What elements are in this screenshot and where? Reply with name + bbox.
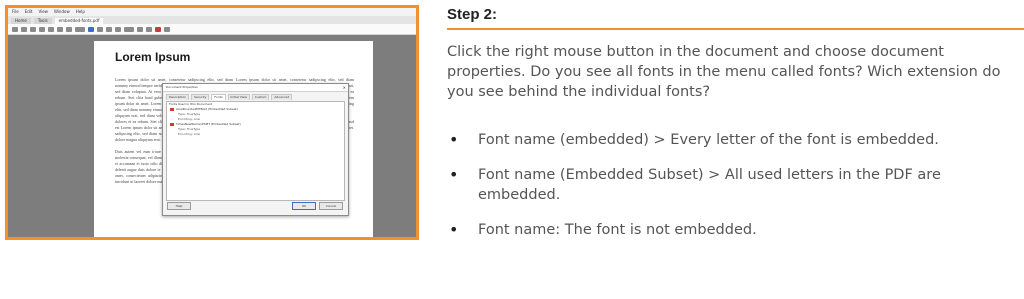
tab-custom[interactable]: Custom	[251, 94, 270, 100]
list-item-text: Font name: The font is not embedded.	[478, 222, 757, 238]
tab-document[interactable]: embedded-fonts.pdf	[54, 18, 104, 24]
document-title: Lorem Ipsum	[115, 50, 191, 64]
font-name: TimesNewRomanPSMT (Embedded Subset)	[176, 122, 241, 126]
save-icon[interactable]	[12, 26, 18, 32]
tab-description[interactable]: Description	[166, 94, 190, 100]
document-viewer[interactable]: Lorem Ipsum Lorem ipsum dolor sit amet, …	[8, 35, 416, 237]
tab-initial-view[interactable]: Initial View	[227, 94, 250, 100]
menu-view[interactable]: View	[38, 8, 48, 16]
menu-help[interactable]: Help	[76, 8, 85, 16]
font-name: ArialRoundedMTBold (Embedded Subset)	[176, 107, 238, 111]
menu-file[interactable]: File	[12, 8, 19, 16]
menu-window[interactable]: Window	[54, 8, 70, 16]
page-number-field[interactable]	[75, 26, 85, 32]
font-detail: Encoding: Ansi	[178, 132, 201, 136]
search-icon[interactable]	[48, 26, 54, 32]
accent-divider	[447, 28, 1024, 30]
close-icon[interactable]: ✕	[343, 84, 346, 91]
list-item: • Font name (embedded) > Every letter of …	[447, 130, 1024, 150]
list-item: • Font name: The font is not embedded.	[447, 220, 1024, 240]
sign-icon[interactable]	[155, 26, 161, 32]
highlight-icon[interactable]	[164, 26, 170, 32]
bullet-icon: •	[449, 165, 459, 184]
list-item-text: Font name (Embedded Subset) > All used l…	[478, 167, 941, 203]
dialog-title: Document Properties	[166, 85, 198, 89]
step-instructions: Click the right mouse button in the docu…	[447, 44, 1001, 100]
font-status-list: • Font name (embedded) > Every letter of …	[447, 130, 1024, 255]
zoom-level-field[interactable]	[124, 26, 134, 32]
help-button[interactable]: Help	[167, 202, 191, 210]
cancel-button[interactable]: Cancel	[319, 202, 343, 210]
list-item: • Font name (Embedded Subset) > All used …	[447, 165, 1024, 205]
zoom-in-icon[interactable]	[115, 26, 121, 32]
tab-home[interactable]: Home	[11, 18, 31, 24]
dialog-titlebar[interactable]: Document Properties ✕	[163, 84, 348, 92]
step-title: Step 2:	[447, 6, 498, 23]
app-toolbar	[8, 24, 416, 35]
fonts-list[interactable]: Fonts Used in this Document ArialRounded…	[166, 101, 345, 201]
tab-security[interactable]: Security	[191, 94, 210, 100]
pdf-font-icon	[170, 122, 174, 126]
upload-icon[interactable]	[21, 26, 27, 32]
document-properties-dialog: Document Properties ✕ Description Securi…	[162, 83, 349, 216]
mail-icon[interactable]	[39, 26, 45, 32]
app-tabbar: Home Tools embedded-fonts.pdf	[8, 16, 416, 24]
app-menubar: File Edit View Window Help	[8, 8, 416, 16]
dialog-tabs: Description Security Fonts Initial View …	[163, 92, 348, 100]
tab-fonts[interactable]: Fonts	[211, 94, 226, 100]
hand-icon[interactable]	[97, 26, 103, 32]
acrobat-screenshot: File Edit View Window Help Home Tools em…	[5, 5, 419, 240]
tab-tools[interactable]: Tools	[33, 18, 52, 24]
next-page-icon[interactable]	[66, 26, 72, 32]
ok-button[interactable]: OK	[292, 202, 316, 210]
tab-advanced[interactable]: Advanced	[271, 94, 293, 100]
bullet-icon: •	[449, 220, 459, 239]
list-item-text: Font name (embedded) > Every letter of t…	[478, 132, 939, 148]
prev-page-icon[interactable]	[57, 26, 63, 32]
zoom-out-icon[interactable]	[106, 26, 112, 32]
cursor-icon[interactable]	[88, 26, 94, 32]
fit-page-icon[interactable]	[137, 26, 143, 32]
bullet-icon: •	[449, 130, 459, 149]
print-icon[interactable]	[30, 26, 36, 32]
pdf-font-icon	[170, 107, 174, 111]
comment-icon[interactable]	[146, 26, 152, 32]
menu-edit[interactable]: Edit	[25, 8, 33, 16]
